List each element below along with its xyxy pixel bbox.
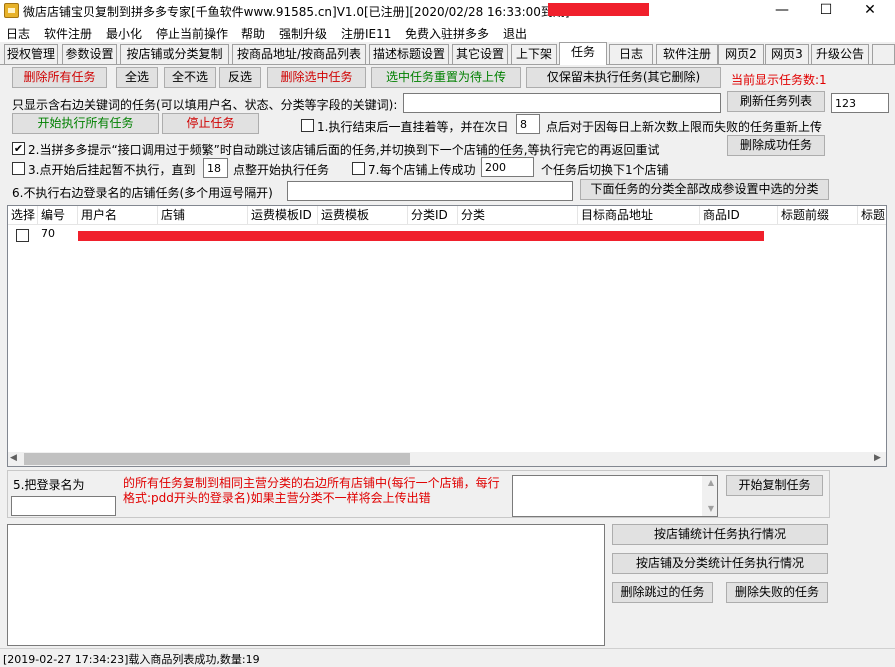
tab-copy-by-url[interactable]: 按商品地址/按商品列表 [232, 44, 366, 64]
redaction-bar [548, 3, 649, 16]
tasks-per-shop-input[interactable] [481, 157, 534, 177]
tab-web2[interactable]: 网页2 [718, 44, 764, 64]
delete-failed-tasks-button[interactable]: 删除失败的任务 [726, 582, 828, 603]
copy-login-label: 5.把登录名为 [13, 478, 85, 492]
tab-copy-by-shop[interactable]: 按店铺或分类复制 [120, 44, 229, 64]
change-category-button[interactable]: 下面任务的分类全部改成参设置中选的分类 [580, 179, 829, 200]
delete-skipped-tasks-button[interactable]: 删除跳过的任务 [612, 582, 713, 603]
copy-login-input[interactable] [11, 496, 116, 516]
tab-scroll-arrows[interactable] [872, 44, 895, 64]
col-id[interactable]: 编号 [38, 206, 78, 225]
menu-stop-current[interactable]: 停止当前操作 [156, 25, 228, 42]
row-id: 70 [41, 227, 55, 240]
next-day-hour-input[interactable] [516, 114, 540, 134]
col-select[interactable]: 选择 [8, 206, 38, 225]
menu-register-ie11[interactable]: 注册IE11 [341, 25, 391, 42]
current-task-count: 当前显示任务数:1 [731, 73, 827, 87]
scroll-left-icon[interactable]: ◀ [10, 453, 17, 463]
menu-exit[interactable]: 退出 [503, 25, 527, 42]
log-textarea[interactable] [7, 524, 605, 646]
menu-force-upgrade[interactable]: 强制升级 [279, 25, 327, 42]
tab-upgrade-notice[interactable]: 升级公告 [811, 44, 869, 64]
col-category-id[interactable]: 分类ID [408, 206, 458, 225]
keep-unexecuted-button[interactable]: 仅保留未执行任务(其它删除) [526, 67, 721, 88]
stats-by-shop-category-button[interactable]: 按店铺及分类统计任务执行情况 [612, 553, 828, 574]
col-freight-template[interactable]: 运费模板 [318, 206, 408, 225]
tab-title-desc[interactable]: 描述标题设置 [369, 44, 449, 64]
option1-checkbox[interactable] [301, 119, 314, 132]
col-shop[interactable]: 店铺 [158, 206, 248, 225]
side-value-input[interactable] [831, 93, 889, 113]
scroll-right-icon[interactable]: ▶ [874, 453, 881, 463]
invert-selection-button[interactable]: 反选 [219, 67, 261, 88]
option1-label-b: 点后对于因每日上新次数上限而失败的任务重新上传 [546, 120, 823, 134]
minimize-icon[interactable]: — [760, 0, 804, 22]
option3-label-b: 点整开始执行任务 [233, 163, 330, 177]
close-icon[interactable]: ✕ [848, 0, 892, 22]
col-title-prefix[interactable]: 标题前缀 [778, 206, 858, 225]
menu-log[interactable]: 日志 [6, 25, 30, 42]
option3-label-a: 3.点开始后挂起暂不执行，直到 [28, 163, 196, 177]
tab-auth[interactable]: 授权管理 [4, 44, 58, 64]
tab-params[interactable]: 参数设置 [62, 44, 117, 64]
select-all-button[interactable]: 全选 [116, 67, 158, 88]
target-shops-textarea[interactable]: ▲ ▼ [512, 475, 718, 517]
tab-log[interactable]: 日志 [609, 44, 653, 64]
app-icon [4, 3, 19, 18]
exclude-logins-input[interactable] [287, 181, 573, 201]
filter-label: 只显示含右边关键词的任务(可以填用户名、状态、分类等字段的关键词): [12, 98, 398, 112]
start-hour-input[interactable] [203, 158, 228, 178]
start-all-tasks-button[interactable]: 开始执行所有任务 [12, 113, 159, 134]
option7-label-a: 7.每个店铺上传成功 [368, 163, 476, 177]
redaction-bar [78, 231, 764, 241]
tab-other-settings[interactable]: 其它设置 [452, 44, 508, 64]
task-grid[interactable]: 选择 编号 用户名 店铺 运费模板ID 运费模板 分类ID 分类 目标商品地址 … [7, 205, 887, 467]
option1-label-a: 1.执行结束后一直挂着等，并在次日 [317, 120, 509, 134]
option6-label: 6.不执行右边登录名的店铺任务(多个用逗号隔开) [12, 186, 273, 200]
option2-label: 2.当拼多多提示“接口调用过于频繁”时自动跳过该店铺后面的任务,并切换到下一个店… [28, 143, 660, 157]
stats-by-shop-button[interactable]: 按店铺统计任务执行情况 [612, 524, 828, 545]
keyword-filter-input[interactable] [403, 93, 721, 113]
tab-software-register[interactable]: 软件注册 [656, 44, 718, 64]
status-text: [2019-02-27 17:34:23]载入商品列表成功,数量:19 [3, 653, 260, 666]
row-select-checkbox[interactable] [16, 229, 29, 242]
menu-minimize[interactable]: 最小化 [106, 25, 142, 42]
scroll-down-icon[interactable]: ▼ [708, 504, 714, 513]
tab-tasks[interactable]: 任务 [559, 42, 607, 65]
menu-free-join-pdd[interactable]: 免费入驻拼多多 [405, 25, 489, 42]
col-freight-template-id[interactable]: 运费模板ID [248, 206, 318, 225]
option7-label-b: 个任务后切换下1个店铺 [541, 163, 669, 177]
tab-shelf[interactable]: 上下架 [511, 44, 557, 64]
col-product-id[interactable]: 商品ID [700, 206, 778, 225]
col-target-url[interactable]: 目标商品地址 [578, 206, 700, 225]
tab-panel-border [0, 64, 895, 65]
col-title[interactable]: 标题 [858, 206, 886, 225]
menu-register[interactable]: 软件注册 [44, 25, 92, 42]
menu-help[interactable]: 帮助 [241, 25, 265, 42]
maximize-icon[interactable]: ☐ [804, 0, 848, 22]
delete-all-tasks-button[interactable]: 删除所有任务 [12, 67, 107, 88]
scroll-thumb[interactable] [24, 453, 410, 465]
refresh-task-list-button[interactable]: 刷新任务列表 [727, 91, 825, 112]
tab-web3[interactable]: 网页3 [765, 44, 809, 64]
option7-checkbox[interactable] [352, 162, 365, 175]
col-category[interactable]: 分类 [458, 206, 578, 225]
copy-description: 的所有任务复制到相同主营分类的右边所有店铺中(每行一个店铺，每行格式:pdd开头… [123, 476, 500, 505]
reset-selected-button[interactable]: 选中任务重置为待上传 [371, 67, 521, 88]
select-none-button[interactable]: 全不选 [164, 67, 216, 88]
option2-checkbox[interactable]: ✔ [12, 142, 25, 155]
window-title: 微店店铺宝贝复制到拼多多专家[千鱼软件www.91585.cn]V1.0[已注册… [23, 5, 570, 19]
stop-tasks-button[interactable]: 停止任务 [162, 113, 259, 134]
col-username[interactable]: 用户名 [78, 206, 158, 225]
start-copy-tasks-button[interactable]: 开始复制任务 [726, 475, 823, 496]
delete-success-tasks-button[interactable]: 删除成功任务 [727, 135, 825, 156]
scroll-up-icon[interactable]: ▲ [708, 478, 714, 487]
delete-selected-button[interactable]: 删除选中任务 [267, 67, 366, 88]
option3-checkbox[interactable] [12, 162, 25, 175]
